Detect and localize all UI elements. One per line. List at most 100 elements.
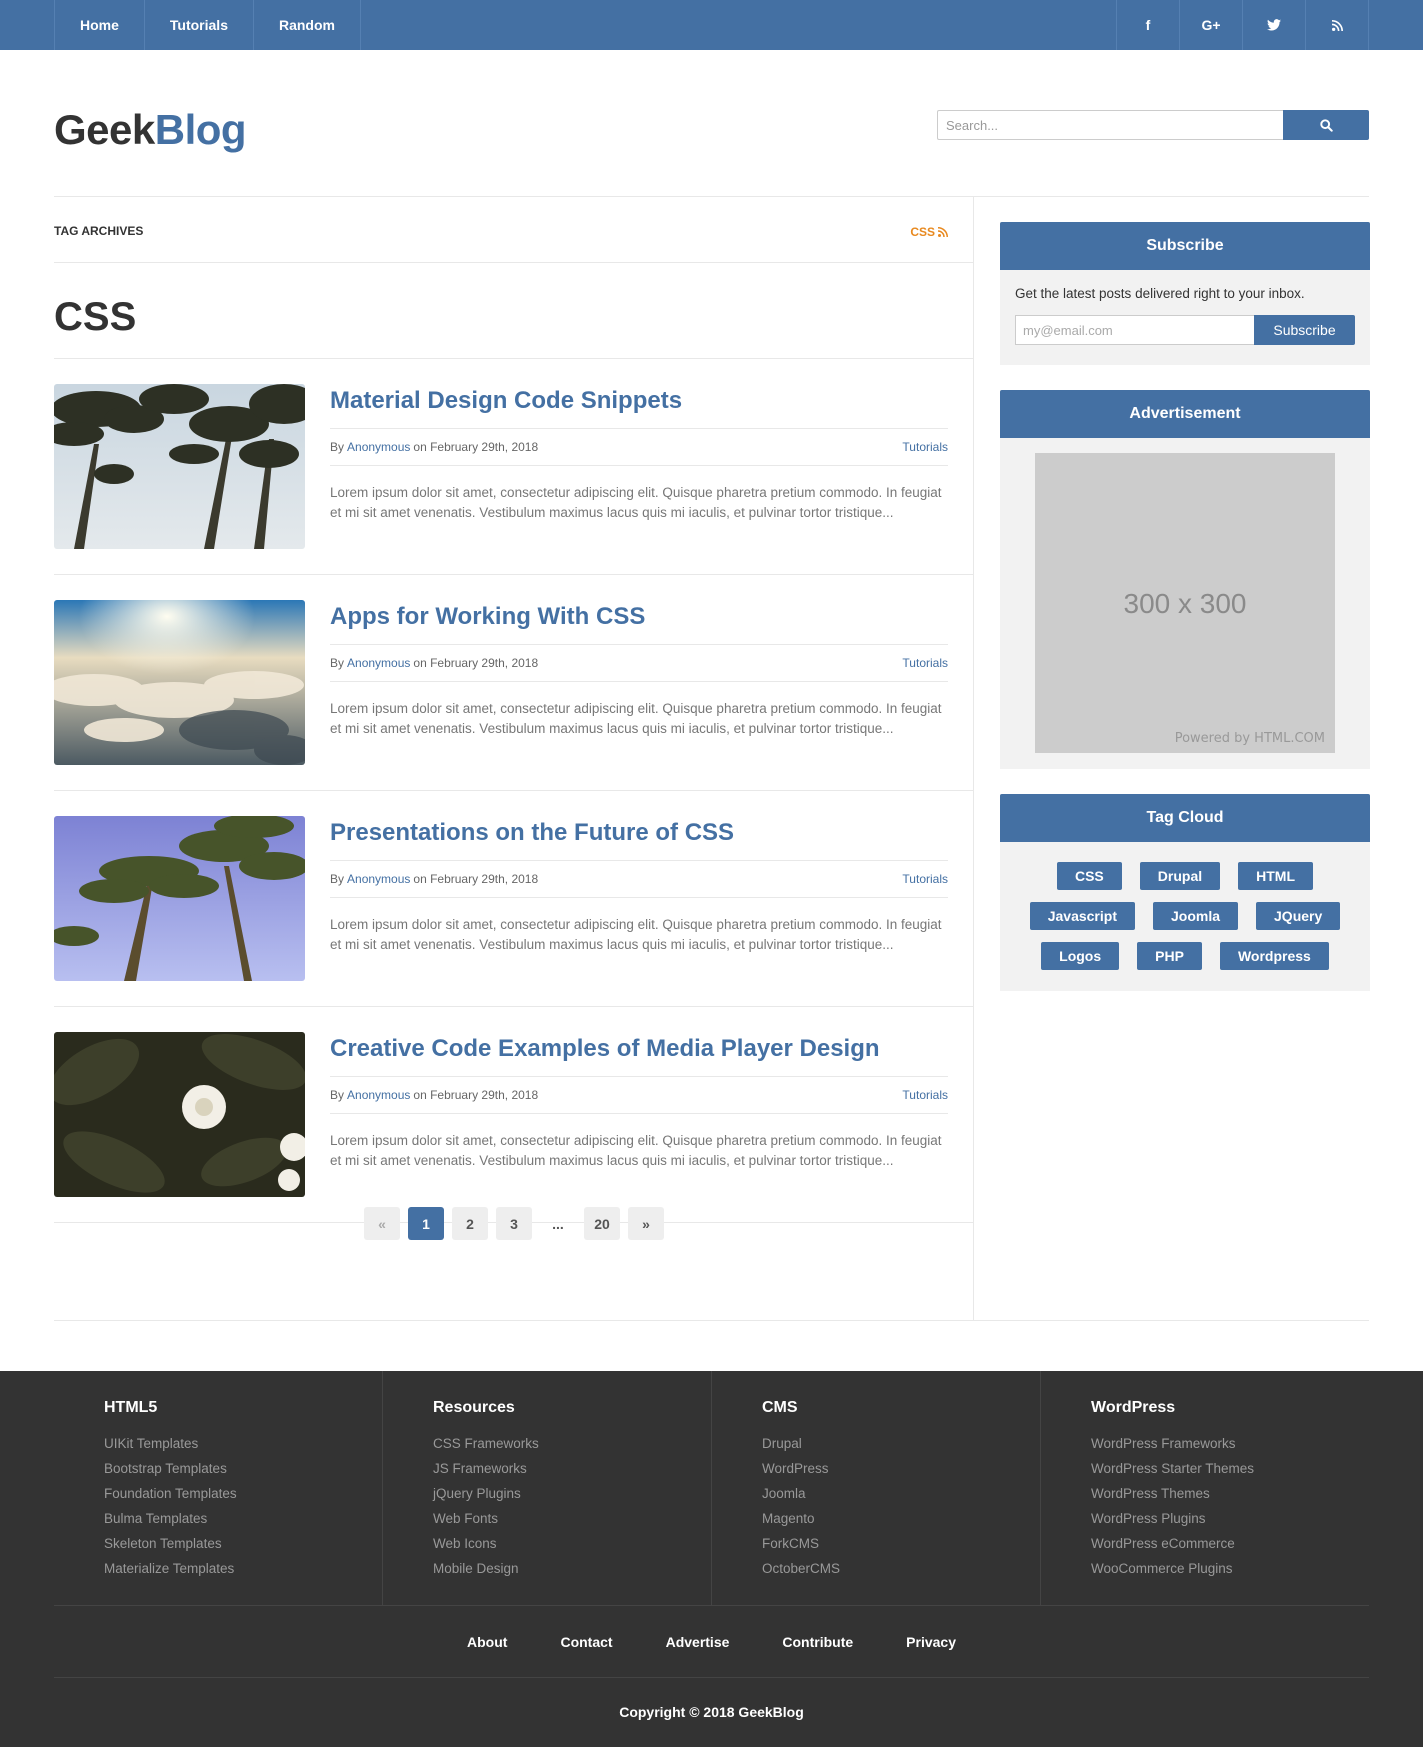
post-author-link[interactable]: Anonymous [347, 440, 410, 454]
advertisement-banner[interactable]: 300 x 300 Powered by HTML.COM [1035, 453, 1335, 753]
post-excerpt: Lorem ipsum dolor sit amet, consectetur … [330, 1133, 942, 1168]
post-author-link[interactable]: Anonymous [347, 656, 410, 670]
footer-nav-about[interactable]: About [467, 1634, 507, 1650]
post-title[interactable]: Presentations on the Future of CSS [330, 819, 734, 847]
subscribe-widget: Subscribe Get the latest posts delivered… [1000, 222, 1370, 365]
site-logo[interactable]: GeekBlog [54, 106, 247, 154]
facebook-icon[interactable]: f [1117, 0, 1180, 50]
post-title[interactable]: Material Design Code Snippets [330, 387, 682, 415]
tag-css[interactable]: CSS [1056, 862, 1122, 890]
post-thumbnail[interactable] [54, 600, 305, 765]
post-category-link[interactable]: Tutorials [902, 656, 948, 670]
advertisement-widget-title: Advertisement [1000, 390, 1370, 438]
footer-link[interactable]: Foundation Templates [104, 1481, 332, 1506]
tag-jquery[interactable]: JQuery [1256, 902, 1341, 930]
post-category-link[interactable]: Tutorials [902, 1088, 948, 1102]
search-button[interactable] [1283, 110, 1369, 140]
footer-nav: About Contact Advertise Contribute Priva… [54, 1606, 1369, 1678]
footer-link[interactable]: Web Icons [433, 1531, 661, 1556]
pagination-page-2[interactable]: 2 [452, 1207, 488, 1240]
nav-item-random[interactable]: Random [254, 0, 361, 50]
post-category-link[interactable]: Tutorials [902, 440, 948, 454]
footer-link[interactable]: Bulma Templates [104, 1506, 332, 1531]
footer-link[interactable]: WordPress [762, 1456, 990, 1481]
pagination: « 1 2 3 ... 20 » [54, 1207, 974, 1240]
tag-wordpress[interactable]: Wordpress [1219, 942, 1329, 970]
nav-item-home[interactable]: Home [55, 0, 145, 50]
post-thumbnail[interactable] [54, 1032, 305, 1197]
pagination-page-last[interactable]: 20 [584, 1207, 620, 1240]
post-item: Presentations on the Future of CSS By An… [54, 791, 973, 1007]
footer-nav-contact[interactable]: Contact [560, 1634, 612, 1650]
pagination-page-3[interactable]: 3 [496, 1207, 532, 1240]
footer-link[interactable]: WordPress Starter Themes [1091, 1456, 1319, 1481]
footer-link[interactable]: Joomla [762, 1481, 990, 1506]
footer-link[interactable]: Bootstrap Templates [104, 1456, 332, 1481]
tag-joomla[interactable]: Joomla [1153, 902, 1239, 930]
footer-link[interactable]: WordPress Frameworks [1091, 1431, 1319, 1456]
footer-link[interactable]: WordPress eCommerce [1091, 1531, 1319, 1556]
tag-feed-link[interactable]: CSS [910, 225, 948, 239]
post-by-label: By [330, 656, 345, 670]
post-excerpt: Lorem ipsum dolor sit amet, consectetur … [330, 701, 942, 736]
footer-link[interactable]: WordPress Plugins [1091, 1506, 1319, 1531]
footer-link[interactable]: Magento [762, 1506, 990, 1531]
tag-html[interactable]: HTML [1238, 862, 1314, 890]
post-excerpt: Lorem ipsum dolor sit amet, consectetur … [330, 485, 942, 520]
footer-link[interactable]: Web Fonts [433, 1506, 661, 1531]
search-input[interactable] [937, 110, 1283, 140]
subscribe-button[interactable]: Subscribe [1254, 315, 1355, 345]
site-header: GeekBlog [54, 50, 1369, 197]
twitter-icon[interactable] [1243, 0, 1306, 50]
post-date: on February 29th, 2018 [413, 1088, 539, 1102]
main-nav: Home Tutorials Random [54, 0, 361, 50]
footer-nav-advertise[interactable]: Advertise [666, 1634, 730, 1650]
content-wrapper: Tag Archives CSS CSS [54, 197, 1370, 1321]
search-icon [1319, 118, 1333, 132]
email-field[interactable] [1015, 315, 1254, 345]
tag-cloud-widget: Tag Cloud CSS Drupal HTML Javascript Joo… [1000, 794, 1370, 991]
footer-link[interactable]: WooCommerce Plugins [1091, 1556, 1319, 1581]
footer-column-title: HTML5 [104, 1399, 158, 1416]
tag-logos[interactable]: Logos [1041, 942, 1120, 970]
footer-link[interactable]: Materialize Templates [104, 1556, 332, 1581]
tag-javascript[interactable]: Javascript [1029, 902, 1135, 930]
pagination-page-1[interactable]: 1 [408, 1207, 444, 1240]
footer-link[interactable]: JS Frameworks [433, 1456, 661, 1481]
ad-powered-label: Powered by HTML.COM [1174, 731, 1325, 746]
tag-drupal[interactable]: Drupal [1139, 862, 1221, 890]
site-footer: HTML5 UIKit Templates Bootstrap Template… [0, 1371, 1423, 1747]
pagination-prev-button[interactable]: « [364, 1207, 400, 1240]
post-thumbnail[interactable] [54, 384, 305, 549]
pagination-next-button[interactable]: » [628, 1207, 664, 1240]
footer-column-resources: Resources CSS Frameworks JS Frameworks j… [383, 1371, 712, 1605]
search-form [937, 110, 1369, 140]
post-author-link[interactable]: Anonymous [347, 872, 410, 886]
rss-icon[interactable] [1306, 0, 1369, 50]
footer-link[interactable]: ForkCMS [762, 1531, 990, 1556]
google-plus-icon[interactable]: G+ [1180, 0, 1243, 50]
footer-link[interactable]: UIKit Templates [104, 1431, 332, 1456]
footer-link[interactable]: WordPress Themes [1091, 1481, 1319, 1506]
post-category-link[interactable]: Tutorials [902, 872, 948, 886]
post-item: Material Design Code Snippets By Anonymo… [54, 359, 973, 575]
footer-link[interactable]: Mobile Design [433, 1556, 661, 1581]
post-title[interactable]: Apps for Working With CSS [330, 603, 645, 631]
footer-link[interactable]: CSS Frameworks [433, 1431, 661, 1456]
nav-item-tutorials[interactable]: Tutorials [145, 0, 254, 50]
post-author-link[interactable]: Anonymous [347, 1088, 410, 1102]
footer-link[interactable]: OctoberCMS [762, 1556, 990, 1581]
pagination-ellipsis: ... [552, 1215, 564, 1232]
footer-column-cms: CMS Drupal WordPress Joomla Magento Fork… [712, 1371, 1041, 1605]
post-thumbnail[interactable] [54, 816, 305, 981]
footer-link[interactable]: jQuery Plugins [433, 1481, 661, 1506]
tag-php[interactable]: PHP [1137, 942, 1202, 970]
post-by-label: By [330, 872, 345, 886]
footer-nav-contribute[interactable]: Contribute [782, 1634, 853, 1650]
post-date: on February 29th, 2018 [413, 440, 539, 454]
footer-nav-privacy[interactable]: Privacy [906, 1634, 956, 1650]
logo-text-geek: Geek [54, 106, 155, 153]
post-title[interactable]: Creative Code Examples of Media Player D… [330, 1035, 880, 1063]
footer-link[interactable]: Drupal [762, 1431, 990, 1456]
footer-link[interactable]: Skeleton Templates [104, 1531, 332, 1556]
